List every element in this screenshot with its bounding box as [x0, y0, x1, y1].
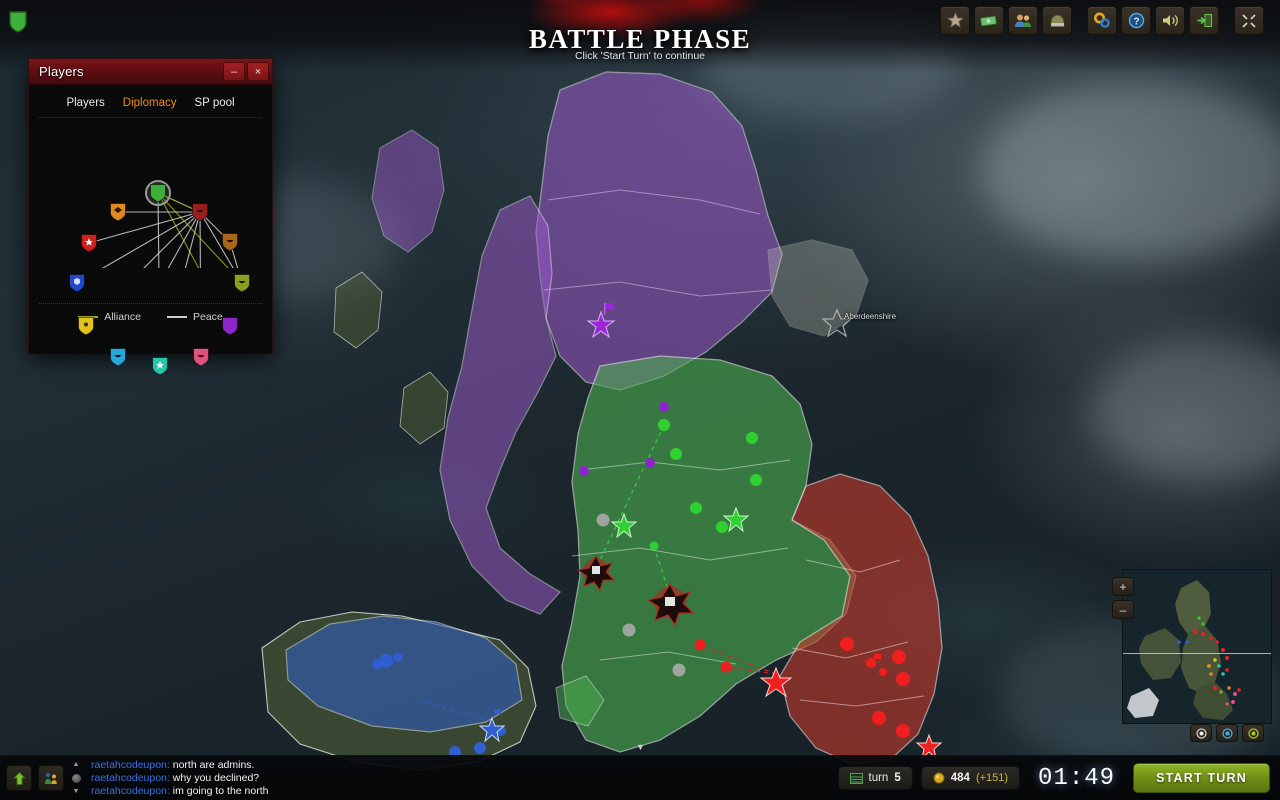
players-window-title: Players [39, 64, 84, 79]
chat-scroll-up[interactable]: ▲ [73, 761, 80, 768]
chat-text: north are admins. [172, 759, 255, 771]
player-node-purple[interactable] [221, 316, 239, 336]
legend-peace: Peace [167, 311, 223, 323]
toolbar-separator-2 [1223, 6, 1230, 35]
chat-log[interactable]: raetahcodeupon: north are admins. raetah… [91, 759, 268, 797]
chat-scroll-down[interactable]: ▼ [73, 788, 80, 795]
svg-text:?: ? [1133, 16, 1139, 27]
gold-income: (+151) [975, 772, 1009, 784]
players-window-tabs[interactable]: Players Diplomacy SP pool [29, 85, 272, 117]
peace-line-swatch [167, 316, 187, 318]
exit-button[interactable] [1189, 6, 1219, 35]
player-node-teal[interactable] [151, 356, 169, 376]
chat-text: why you declined? [172, 772, 260, 784]
player-node-orange[interactable] [109, 202, 127, 222]
chat-username: raetahcodeupon: [91, 785, 170, 797]
economy-button[interactable] [974, 6, 1004, 35]
help-button[interactable]: ? [1121, 6, 1151, 35]
player-node-cyan[interactable] [109, 347, 127, 367]
minimap-content [1123, 570, 1271, 723]
minimap-viewport-line [1123, 653, 1271, 654]
status-indicators: turn 5 484 (+151) 01:49 START TURN [837, 763, 1280, 793]
minimap-zoom-out-button[interactable]: – [1112, 600, 1134, 619]
players-window-titlebar[interactable]: Players – × [29, 59, 272, 85]
players-window-body: Players Diplomacy SP pool Alliance Peace [29, 85, 274, 376]
minimap-layer-terrain[interactable] [1190, 724, 1212, 742]
minimap-layer-units[interactable] [1242, 724, 1264, 742]
sound-button[interactable] [1155, 6, 1185, 35]
chat-message: raetahcodeupon: why you declined? [91, 772, 268, 784]
fullscreen-button[interactable] [1234, 6, 1264, 35]
minimize-button[interactable]: – [223, 62, 245, 81]
close-button[interactable]: × [247, 62, 269, 81]
players-window[interactable]: Players – × Players Diplomacy SP pool Al… [28, 58, 274, 376]
legend-peace-label: Peace [193, 311, 223, 323]
player-node-darkred[interactable] [191, 202, 209, 222]
tab-players[interactable]: Players [66, 97, 104, 109]
gold-amount: 484 [950, 772, 970, 784]
player-node-green[interactable] [149, 183, 167, 203]
gold-indicator[interactable]: 484 (+151) [920, 766, 1021, 790]
chat-username: raetahcodeupon: [91, 772, 170, 784]
diplomacy-edges [88, 192, 239, 268]
turn-timer: 01:49 [1038, 764, 1116, 792]
minimap-zoom-in-button[interactable]: + [1112, 577, 1134, 596]
minimap[interactable] [1122, 569, 1272, 724]
army-button[interactable] [1042, 6, 1072, 35]
bottom-status-bar: ▲ ▼ raetahcodeupon: north are admins. ra… [0, 755, 1280, 800]
player-node-brown[interactable] [221, 232, 239, 252]
game-screen: Aberdeenshire BATTLE PHASE Click 'Start … [0, 0, 1280, 800]
province-label-aberdeenshire: Aberdeenshire [844, 312, 897, 321]
start-turn-button[interactable]: START TURN [1133, 763, 1270, 793]
player-node-blue[interactable] [68, 273, 86, 293]
player-node-red[interactable] [80, 233, 98, 253]
toolbar-separator [1076, 6, 1083, 35]
chat-scrollbar[interactable]: ▲ ▼ [69, 758, 83, 798]
map-scroll-hint[interactable]: ▼ [636, 742, 645, 752]
chat-scroll-thumb[interactable] [71, 773, 81, 783]
turn-label: turn [868, 772, 889, 784]
legend-alliance-label: Alliance [104, 311, 141, 323]
tab-sp-pool[interactable]: SP pool [194, 97, 234, 109]
calendar-icon [849, 772, 863, 784]
minimap-panel[interactable]: + – [1112, 567, 1272, 742]
turn-indicator[interactable]: turn 5 [837, 766, 913, 790]
favorites-button[interactable] [940, 6, 970, 35]
player-node-pink[interactable] [192, 347, 210, 367]
tab-diplomacy[interactable]: Diplomacy [123, 97, 177, 109]
players-button[interactable] [1008, 6, 1038, 35]
top-toolbar[interactable]: ? [940, 6, 1264, 35]
chat-text: im going to the north [172, 785, 269, 797]
chat-message: raetahcodeupon: north are admins. [91, 759, 268, 771]
chat-message: raetahcodeupon: im going to the north [91, 785, 268, 797]
own-faction-shield[interactable] [8, 10, 28, 39]
chat-units-button[interactable] [38, 765, 64, 791]
gold-coin-icon [933, 772, 945, 784]
diplomacy-edge-peace [88, 211, 201, 244]
minimap-layer-buttons[interactable] [1190, 724, 1264, 742]
player-node-yellow[interactable] [77, 316, 95, 336]
minimap-layer-politics[interactable] [1216, 724, 1238, 742]
chat-username: raetahcodeupon: [91, 759, 170, 771]
player-node-olive[interactable] [233, 273, 251, 293]
chat-send-button[interactable] [6, 765, 32, 791]
settings-button[interactable] [1087, 6, 1117, 35]
diplomacy-graph[interactable] [29, 118, 274, 376]
turn-number: 5 [894, 772, 901, 784]
